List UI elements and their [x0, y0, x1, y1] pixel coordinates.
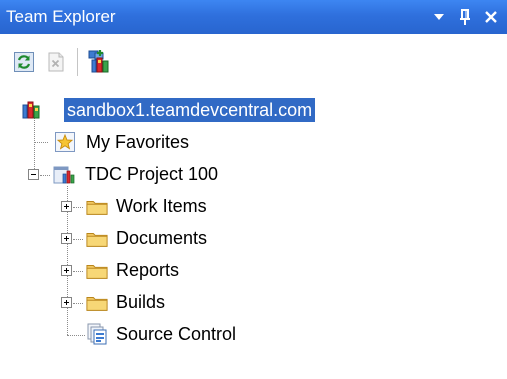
connect-server-button[interactable]	[86, 48, 114, 76]
tree-view: sandbox1.teamdevcentral.com My Favorites…	[0, 90, 507, 379]
connect-server-icon	[88, 50, 109, 73]
tree-node-label[interactable]: My Favorites	[83, 130, 192, 154]
tree-line	[73, 207, 83, 208]
team-explorer-window: Team Explorer sandbox1.teamdevcentral.co…	[0, 0, 507, 379]
team-project-icon	[53, 166, 75, 184]
delete-button[interactable]	[42, 48, 70, 76]
tree-node-label[interactable]: Work Items	[113, 194, 210, 218]
tree-line	[67, 335, 85, 336]
tree-node-label[interactable]: sandbox1.teamdevcentral.com	[64, 98, 316, 122]
tree-line	[73, 303, 83, 304]
collapse-expander[interactable]	[28, 169, 39, 180]
window-title: Team Explorer	[6, 7, 116, 26]
tree-node-label[interactable]: Reports	[113, 258, 182, 282]
star-icon	[55, 132, 75, 152]
close-icon[interactable]	[479, 4, 503, 30]
tree-line	[34, 142, 48, 143]
tree-line	[40, 175, 50, 176]
tree-line	[73, 271, 83, 272]
expand-expander[interactable]	[61, 265, 72, 276]
tree-line	[34, 112, 35, 175]
refresh-button[interactable]	[10, 48, 38, 76]
folder-icon	[86, 201, 108, 215]
toolbar	[0, 34, 507, 90]
tree-node-label[interactable]: Builds	[113, 290, 168, 314]
folder-icon	[86, 297, 108, 311]
source-control-icon	[87, 323, 107, 345]
expand-expander[interactable]	[61, 297, 72, 308]
tree-line	[73, 239, 83, 240]
tree-node-label[interactable]: Source Control	[113, 322, 239, 346]
folder-icon	[86, 265, 108, 279]
team-server-icon	[22, 101, 40, 119]
refresh-icon	[14, 52, 34, 72]
title-bar[interactable]: Team Explorer	[0, 0, 507, 34]
toolbar-separator	[77, 48, 78, 76]
delete-icon	[48, 52, 64, 72]
tree-node-label[interactable]: TDC Project 100	[82, 162, 221, 186]
dropdown-arrow-icon[interactable]	[427, 4, 451, 30]
tree-node-label[interactable]: Documents	[113, 226, 210, 250]
expand-expander[interactable]	[61, 233, 72, 244]
folder-icon	[86, 233, 108, 247]
expand-expander[interactable]	[61, 201, 72, 212]
pin-icon[interactable]	[453, 4, 477, 30]
